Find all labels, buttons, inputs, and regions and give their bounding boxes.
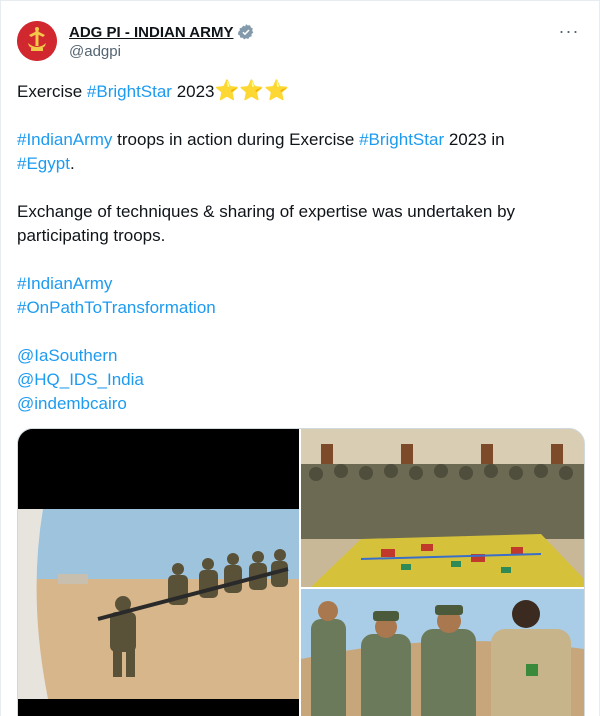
display-name[interactable]: ADG PI - INDIAN ARMY: [69, 24, 233, 41]
hashtag-brightstar[interactable]: #BrightStar: [87, 82, 172, 101]
more-options-icon[interactable]: ···: [557, 21, 581, 45]
tweet-card: ADG PI - INDIAN ARMY @adgpi ··· Exercise…: [0, 0, 600, 716]
text: 2023: [171, 82, 215, 101]
verified-badge-icon: [238, 24, 254, 40]
text: troops in action during Exercise: [112, 130, 360, 149]
mentions: @IaSouthern @HQ_IDS_India @indembcairo: [17, 344, 577, 416]
media-photo-briefing[interactable]: [301, 429, 584, 587]
media-grid: [17, 428, 585, 716]
media-video-tile[interactable]: [18, 429, 299, 716]
text: .: [69, 154, 75, 173]
text: Exercise: [17, 82, 87, 101]
text: 2023 in: [444, 130, 505, 149]
soldiers-interaction-image: [301, 589, 584, 716]
hashtag-indianarmy[interactable]: #IndianArmy: [17, 130, 112, 149]
hashtags: #IndianArmy #OnPathToTransformation: [17, 272, 577, 320]
hashtag-onpathtotransformation[interactable]: #OnPathToTransformation: [17, 298, 216, 317]
paragraph-3: Exchange of techniques & sharing of expe…: [17, 202, 516, 245]
media-photo-interaction[interactable]: [301, 589, 584, 716]
hashtag-egypt[interactable]: #Egypt: [17, 154, 70, 173]
paragraph-2: #IndianArmy troops in action during Exer…: [17, 128, 577, 176]
indian-army-emblem-icon: [17, 21, 57, 61]
author-names: ADG PI - INDIAN ARMY @adgpi: [69, 23, 255, 60]
handle[interactable]: @adgpi: [69, 43, 255, 60]
star-emoji-icons: ⭐⭐⭐: [214, 80, 290, 102]
tweet-text: Exercise #BrightStar 2023⭐⭐⭐ #IndianArmy…: [17, 79, 577, 416]
line-1: Exercise #BrightStar 2023⭐⭐⭐: [17, 79, 577, 104]
tweet-header: ADG PI - INDIAN ARMY @adgpi ···: [17, 17, 585, 61]
sand-model-briefing-image: [301, 429, 584, 587]
hashtag-indianarmy[interactable]: #IndianArmy: [17, 274, 112, 293]
avatar[interactable]: [17, 21, 57, 61]
mention-hq-ids-india[interactable]: @HQ_IDS_India: [17, 370, 144, 389]
mention-indembcairo[interactable]: @indembcairo: [17, 394, 127, 413]
hashtag-brightstar[interactable]: #BrightStar: [359, 130, 444, 149]
mention-iasouthern[interactable]: @IaSouthern: [17, 346, 117, 365]
troops-training-image: [18, 429, 299, 716]
